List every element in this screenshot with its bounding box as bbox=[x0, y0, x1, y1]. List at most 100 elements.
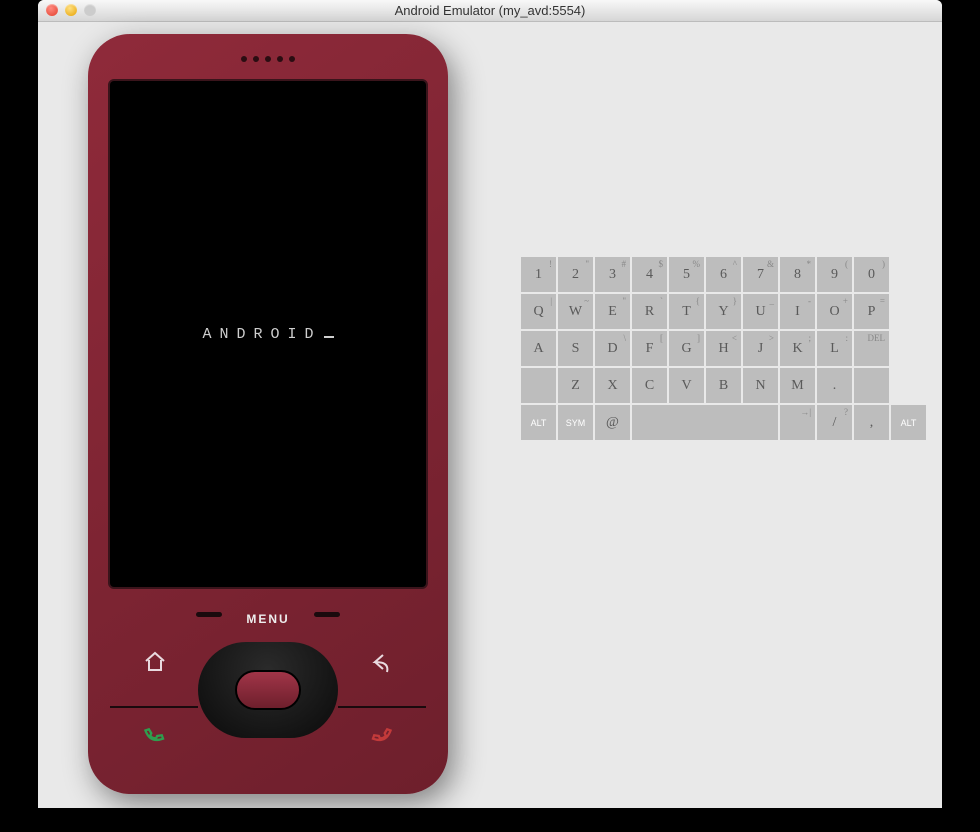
key-v[interactable]: V bbox=[669, 368, 704, 403]
key-label: V bbox=[681, 378, 691, 394]
sym-key[interactable]: SYM bbox=[558, 405, 593, 440]
key-9[interactable]: 9( bbox=[817, 257, 852, 292]
key-a[interactable]: A bbox=[521, 331, 556, 366]
key-label: Z bbox=[571, 378, 580, 394]
key-superscript: : bbox=[845, 333, 848, 343]
key-label: ALT bbox=[901, 418, 917, 428]
key-label: X bbox=[607, 378, 617, 394]
close-button[interactable] bbox=[46, 4, 58, 16]
back-button[interactable] bbox=[359, 650, 403, 680]
key-e[interactable]: E" bbox=[595, 294, 630, 329]
key-i[interactable]: I- bbox=[780, 294, 815, 329]
keyboard-row: ASD\F[G]H<J>K;L:DEL bbox=[521, 331, 926, 366]
key-label: 5 bbox=[683, 267, 690, 283]
enter-key[interactable] bbox=[854, 368, 889, 403]
key-superscript: ; bbox=[808, 333, 811, 343]
key-f[interactable]: F[ bbox=[632, 331, 667, 366]
key-0[interactable]: 0) bbox=[854, 257, 889, 292]
key-z[interactable]: Z bbox=[558, 368, 593, 403]
key-m[interactable]: M bbox=[780, 368, 815, 403]
divider bbox=[338, 706, 426, 708]
minimize-button[interactable] bbox=[65, 4, 77, 16]
delete-key[interactable]: DEL bbox=[854, 331, 889, 366]
key-s[interactable]: S bbox=[558, 331, 593, 366]
at-key[interactable]: @ bbox=[595, 405, 630, 440]
alt-left-key[interactable]: ALT bbox=[521, 405, 556, 440]
content-area: ANDROID MENU bbox=[38, 22, 942, 808]
key-u[interactable]: U_ bbox=[743, 294, 778, 329]
key-r[interactable]: R` bbox=[632, 294, 667, 329]
key-superscript: DEL bbox=[868, 333, 886, 343]
key-superscript: = bbox=[880, 296, 885, 306]
key-c[interactable]: C bbox=[632, 368, 667, 403]
key-superscript: ) bbox=[882, 259, 885, 269]
zoom-button[interactable] bbox=[84, 4, 96, 16]
space-key[interactable] bbox=[632, 405, 778, 440]
key-2[interactable]: 2" bbox=[558, 257, 593, 292]
keyboard-row: Z X C VBNM. bbox=[521, 368, 926, 403]
dpad[interactable] bbox=[198, 642, 338, 738]
shift-key[interactable] bbox=[521, 368, 556, 403]
key-label: O bbox=[829, 304, 839, 320]
key-1[interactable]: 1! bbox=[521, 257, 556, 292]
key-label: C bbox=[645, 378, 654, 394]
key-t[interactable]: T{ bbox=[669, 294, 704, 329]
key-label: U bbox=[755, 304, 765, 320]
key-7[interactable]: 7& bbox=[743, 257, 778, 292]
keyboard-row: Q|W~E"R`T{Y}U_I-O+P= bbox=[521, 294, 926, 329]
key-4[interactable]: 4$ bbox=[632, 257, 667, 292]
menu-button[interactable]: MENU bbox=[246, 612, 289, 626]
earpiece bbox=[241, 56, 295, 62]
key-label: K bbox=[792, 341, 802, 357]
key-.[interactable]: . bbox=[817, 368, 852, 403]
phone-icon bbox=[140, 721, 168, 749]
cursor-icon bbox=[324, 336, 334, 338]
key-k[interactable]: K; bbox=[780, 331, 815, 366]
key-label: H bbox=[718, 341, 728, 357]
key-superscript: ] bbox=[697, 333, 700, 343]
device-screen[interactable]: ANDROID bbox=[108, 79, 428, 589]
slash-key[interactable]: /? bbox=[817, 405, 852, 440]
dpad-center-button[interactable] bbox=[235, 670, 301, 710]
titlebar[interactable]: Android Emulator (my_avd:5554) bbox=[38, 0, 942, 22]
key-w[interactable]: W~ bbox=[558, 294, 593, 329]
key-o[interactable]: O+ bbox=[817, 294, 852, 329]
key-y[interactable]: Y} bbox=[706, 294, 741, 329]
alt-right-key[interactable]: ALT bbox=[891, 405, 926, 440]
call-button[interactable] bbox=[130, 717, 181, 758]
key-label: R bbox=[645, 304, 654, 320]
key-6[interactable]: 6^ bbox=[706, 257, 741, 292]
end-call-button[interactable] bbox=[356, 717, 407, 758]
key-label: 7 bbox=[757, 267, 764, 283]
key-label: 6 bbox=[720, 267, 727, 283]
tab-key[interactable]: →| bbox=[780, 405, 815, 440]
key-d[interactable]: D\ bbox=[595, 331, 630, 366]
key-label: / bbox=[833, 415, 837, 431]
key-n[interactable]: N bbox=[743, 368, 778, 403]
key-h[interactable]: H< bbox=[706, 331, 741, 366]
key-q[interactable]: Q| bbox=[521, 294, 556, 329]
slit-right bbox=[314, 612, 340, 617]
key-3[interactable]: 3# bbox=[595, 257, 630, 292]
phone-end-icon bbox=[368, 721, 396, 749]
key-p[interactable]: P= bbox=[854, 294, 889, 329]
home-button[interactable] bbox=[133, 650, 177, 680]
key-b[interactable]: B bbox=[706, 368, 741, 403]
key-superscript: } bbox=[733, 296, 737, 306]
key-superscript: [ bbox=[660, 333, 663, 343]
key-superscript: ^ bbox=[733, 259, 737, 269]
key-l[interactable]: L: bbox=[817, 331, 852, 366]
key-j[interactable]: J> bbox=[743, 331, 778, 366]
emulator-window: Android Emulator (my_avd:5554) ANDROID M… bbox=[38, 0, 942, 808]
key-8[interactable]: 8* bbox=[780, 257, 815, 292]
key-g[interactable]: G] bbox=[669, 331, 704, 366]
key-label: ALT bbox=[531, 418, 547, 428]
key-x[interactable]: X bbox=[595, 368, 630, 403]
key-label: W bbox=[569, 304, 582, 320]
key-label: D bbox=[607, 341, 617, 357]
comma-key[interactable]: , bbox=[854, 405, 889, 440]
key-superscript: * bbox=[807, 259, 812, 269]
key-label: 3 bbox=[609, 267, 616, 283]
key-5[interactable]: 5% bbox=[669, 257, 704, 292]
key-label: E bbox=[608, 304, 617, 320]
